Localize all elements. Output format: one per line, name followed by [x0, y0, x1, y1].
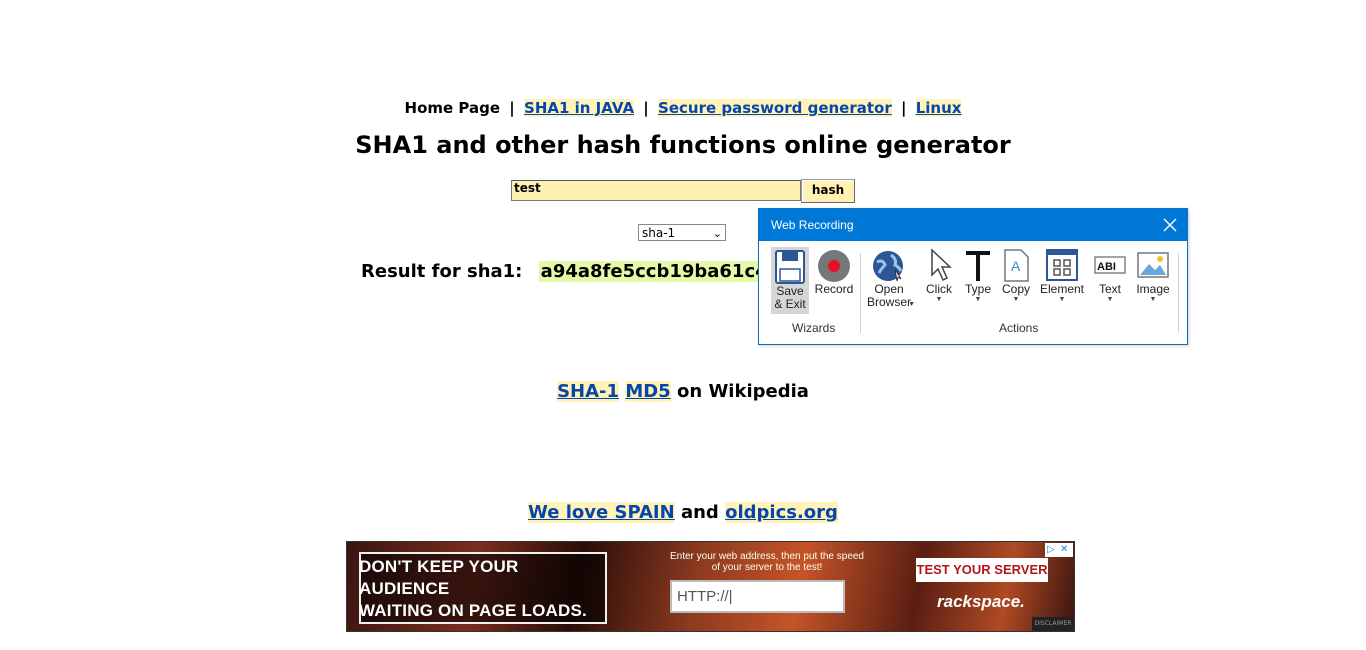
image-picture-icon — [1137, 252, 1169, 278]
nav-link-linux[interactable]: Linux — [915, 99, 962, 117]
type-tool-button[interactable]: Type ▼ — [962, 247, 994, 304]
algorithm-selected-value: sha-1 — [642, 226, 676, 240]
copy-label: Copy — [1001, 282, 1030, 296]
wiki-suffix: on Wikipedia — [677, 381, 809, 402]
nav-separator: | — [509, 99, 515, 117]
type-t-icon — [966, 251, 990, 281]
chevron-down-icon: ▼ — [1106, 296, 1114, 303]
open-browser-label: Open Browser — [866, 282, 911, 309]
love-links: We love SPAIN and oldpics.org — [0, 502, 1366, 523]
ad-headline: DON'T KEEP YOUR AUDIENCE WAITING ON PAGE… — [359, 556, 589, 622]
close-icon[interactable] — [1163, 218, 1177, 232]
result-label: Result for sha1: — [361, 261, 523, 282]
ad-disclaimer[interactable]: DISCLAIMER — [1032, 617, 1074, 631]
link-we-love-spain[interactable]: We love SPAIN — [528, 502, 675, 523]
rackspace-logo: rackspace. — [937, 592, 1025, 611]
group-label-actions: Actions — [999, 321, 1039, 335]
record-button[interactable]: Record — [813, 247, 855, 296]
algorithm-select[interactable]: sha-1 ⌄ — [638, 224, 726, 241]
ad-test-server-button[interactable]: TEST YOUR SERVER — [916, 558, 1048, 582]
text-label: Text — [1098, 282, 1121, 296]
globe-icon — [873, 251, 903, 282]
ad-choices-icon[interactable]: ▷ ✕ — [1045, 543, 1073, 557]
link-oldpics[interactable]: oldpics.org — [725, 502, 838, 523]
result-value: a94a8fe5ccb19ba61c4c — [538, 261, 781, 282]
floppy-disk-icon — [775, 250, 805, 284]
save-exit-button[interactable]: Save & Exit — [771, 247, 809, 314]
ad-headline-line2: WAITING ON PAGE LOADS. — [359, 601, 587, 620]
ad-headline-line1: DON'T KEEP YOUR AUDIENCE — [359, 557, 519, 598]
nav-link-sha1-java[interactable]: SHA1 in JAVA — [524, 99, 635, 117]
web-recording-titlebar: Web Recording — [759, 209, 1187, 241]
nav-home: Home Page — [404, 99, 501, 117]
group-divider — [1178, 253, 1179, 333]
chevron-down-icon: ▼ — [935, 296, 943, 303]
svg-text:A: A — [1011, 258, 1021, 274]
image-label: Image — [1136, 282, 1170, 296]
nav-separator: | — [643, 99, 649, 117]
element-label: Element — [1039, 282, 1085, 296]
wiki-link-sha1[interactable]: SHA-1 — [557, 381, 620, 402]
wiki-link-md5[interactable]: MD5 — [625, 381, 671, 402]
copy-tool-button[interactable]: A Copy ▼ — [999, 247, 1033, 304]
click-label: Click — [926, 282, 952, 296]
nav-separator: | — [900, 99, 907, 117]
hash-button[interactable]: hash — [801, 179, 855, 203]
record-label: Record — [814, 282, 854, 296]
page-title: SHA1 and other hash functions online gen… — [355, 131, 1011, 159]
top-nav: Home Page | SHA1 in JAVA | Secure passwo… — [0, 99, 1366, 117]
result-line: Result for sha1: a94a8fe5ccb19ba61c4c — [361, 261, 781, 282]
cursor-arrow-icon — [931, 248, 952, 282]
ad-banner[interactable]: DON'T KEEP YOUR AUDIENCE WAITING ON PAGE… — [346, 541, 1075, 632]
chevron-down-icon: ▼ — [1149, 296, 1157, 303]
group-divider — [860, 253, 861, 333]
image-tool-button[interactable]: Image ▼ — [1134, 247, 1172, 304]
hash-input[interactable]: test — [511, 180, 801, 201]
ad-url-input[interactable]: HTTP://| — [670, 580, 845, 613]
close-icon[interactable]: ✕ — [1060, 543, 1068, 557]
chevron-down-icon: ▼ — [1012, 296, 1020, 303]
svg-text:ABI: ABI — [1097, 261, 1116, 273]
element-tool-button[interactable]: Element ▼ — [1038, 247, 1086, 304]
chevron-down-icon: ▼ — [908, 301, 915, 308]
chevron-down-icon: ▼ — [1058, 296, 1066, 303]
chevron-down-icon: ▼ — [974, 296, 982, 303]
nav-link-password-generator[interactable]: Secure password generator — [658, 99, 892, 117]
record-icon — [818, 250, 850, 282]
web-recording-title: Web Recording — [771, 218, 854, 232]
web-recording-panel: Web Recording Save & Exit Record Open Br… — [758, 208, 1188, 345]
love-and: and — [680, 502, 719, 523]
save-exit-label: Save & Exit — [774, 284, 806, 311]
chevron-down-icon: ⌄ — [712, 227, 722, 240]
type-label: Type — [964, 282, 991, 296]
copy-document-icon: A — [1004, 249, 1029, 282]
text-field-icon: ABI — [1094, 256, 1126, 274]
group-label-wizards: Wizards — [792, 321, 836, 335]
ad-mid-text: Enter your web address, then put the spe… — [669, 551, 864, 573]
click-tool-button[interactable]: Click ▼ — [922, 247, 956, 304]
open-browser-button[interactable]: Open Browser ▼ — [865, 247, 915, 309]
adchoices-icon: ▷ — [1047, 544, 1055, 555]
wiki-links: SHA-1 MD5 on Wikipedia — [0, 381, 1366, 402]
text-tool-button[interactable]: ABI Text ▼ — [1092, 247, 1128, 304]
element-grid-icon — [1046, 249, 1078, 281]
